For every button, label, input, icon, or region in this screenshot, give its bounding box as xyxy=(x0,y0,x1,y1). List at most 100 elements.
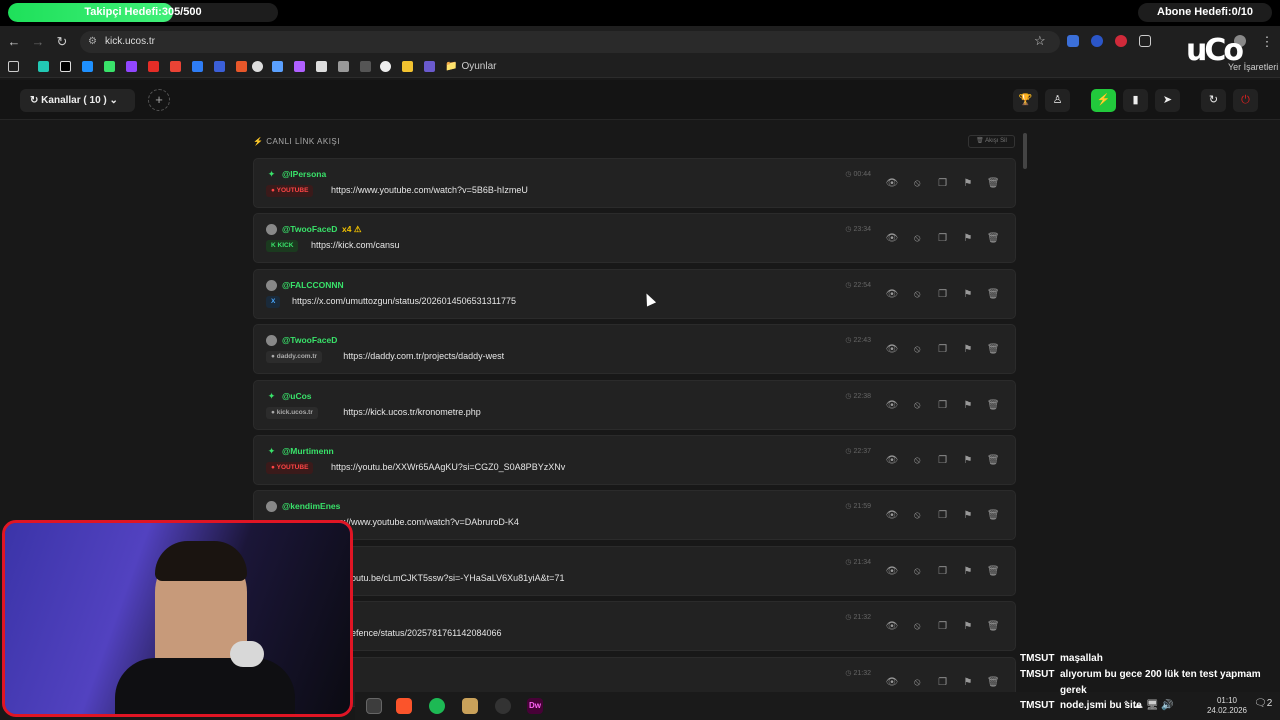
copy-button[interactable]: ❐ xyxy=(935,619,951,635)
taskbar-clock[interactable]: 01:10 24.02.2026 xyxy=(1203,696,1251,716)
site-info-icon[interactable]: ⚙ xyxy=(88,36,97,47)
link-username[interactable]: @uCos xyxy=(282,391,312,401)
channels-dropdown[interactable]: ↻ Kanallar ( 10 ) ⌄ xyxy=(20,89,135,112)
bookmark-icon[interactable] xyxy=(236,61,247,72)
delete-button[interactable]: 🗑 xyxy=(985,508,1001,524)
view-button[interactable]: 👁 xyxy=(884,342,900,358)
link-url[interactable]: ://youtu.be/cLmCJKT5ssw?si=-YHaSaLV6Xu81… xyxy=(339,573,564,583)
copy-button[interactable]: ❐ xyxy=(935,176,951,192)
delete-button[interactable]: 🗑 xyxy=(985,231,1001,247)
bookmark-button[interactable]: ⚑ xyxy=(960,508,976,524)
link-username[interactable]: @kendimEnes xyxy=(282,501,340,511)
refresh-button[interactable]: ↻ xyxy=(1201,89,1226,112)
twitch-bookmark-icon[interactable] xyxy=(126,61,137,72)
block-button[interactable]: ⦸ xyxy=(909,287,925,303)
bookmark-button[interactable]: ⚑ xyxy=(960,564,976,580)
delete-button[interactable]: 🗑 xyxy=(985,453,1001,469)
view-button[interactable]: 👁 xyxy=(884,508,900,524)
block-button[interactable]: ⦸ xyxy=(909,231,925,247)
bookmark-button[interactable]: ⚑ xyxy=(960,231,976,247)
block-button[interactable]: ⦸ xyxy=(909,398,925,414)
bookmark-icon[interactable] xyxy=(272,61,283,72)
copy-button[interactable]: ❐ xyxy=(935,398,951,414)
copy-button[interactable]: ❐ xyxy=(935,231,951,247)
meta-bookmark-icon[interactable] xyxy=(214,61,225,72)
drive-bookmark-icon[interactable] xyxy=(192,61,203,72)
saved-button[interactable]: ▮ xyxy=(1123,89,1148,112)
bookmark-star-icon[interactable]: ☆ xyxy=(1034,33,1046,49)
view-button[interactable]: 👁 xyxy=(884,287,900,303)
bookmark-icon[interactable] xyxy=(316,61,327,72)
red-extension-icon[interactable] xyxy=(1115,35,1127,47)
bookmark-icon[interactable] xyxy=(380,61,391,72)
block-button[interactable]: ⦸ xyxy=(909,176,925,192)
users-button[interactable]: ♙ xyxy=(1045,89,1070,112)
bookmark-folder-oyunlar[interactable]: 📁 Oyunlar xyxy=(445,61,496,72)
delete-button[interactable]: 🗑 xyxy=(985,287,1001,303)
delete-button[interactable]: 🗑 xyxy=(985,176,1001,192)
link-url[interactable]: https://www.youtube.com/watch?v=5B6B-hIz… xyxy=(331,185,528,195)
back-icon[interactable]: ← xyxy=(6,34,22,50)
link-username[interactable]: @IPersona xyxy=(282,169,326,179)
copy-button[interactable]: ❐ xyxy=(935,287,951,303)
cursor-button[interactable]: ➤ xyxy=(1155,89,1180,112)
browser-menu-icon[interactable]: ⋮ xyxy=(1259,34,1275,50)
bookmark-button[interactable]: ⚑ xyxy=(960,287,976,303)
bookmark-button[interactable]: ⚑ xyxy=(960,619,976,635)
youtube-bookmark-icon[interactable] xyxy=(148,61,159,72)
bookmark-icon[interactable] xyxy=(294,61,305,72)
live-feed-button[interactable]: ⚡ xyxy=(1091,89,1116,112)
delete-button[interactable]: 🗑 xyxy=(985,675,1001,691)
trophy-button[interactable]: 🏆 xyxy=(1013,89,1038,112)
view-button[interactable]: 👁 xyxy=(884,564,900,580)
bookmark-button[interactable]: ⚑ xyxy=(960,675,976,691)
link-username[interactable]: @Murtimenn xyxy=(282,446,334,456)
link-url[interactable]: https://kick.com/cansu xyxy=(311,240,400,250)
view-button[interactable]: 👁 xyxy=(884,453,900,469)
delete-button[interactable]: 🗑 xyxy=(985,342,1001,358)
copy-button[interactable]: ❐ xyxy=(935,675,951,691)
view-button[interactable]: 👁 xyxy=(884,675,900,691)
scrollbar-thumb[interactable] xyxy=(1023,133,1027,169)
bookmark-icon[interactable] xyxy=(338,61,349,72)
bookmark-icon[interactable] xyxy=(360,61,371,72)
x-bookmark-icon[interactable] xyxy=(60,61,71,72)
spotify-taskbar-icon[interactable] xyxy=(429,698,445,714)
obs-taskbar-icon[interactable] xyxy=(495,698,511,714)
link-url[interactable]: tcdefence/status/2025781761142084066 xyxy=(339,628,501,638)
link-url[interactable]: https://kick.ucos.tr/kronometre.php xyxy=(343,407,481,417)
copy-button[interactable]: ❐ xyxy=(935,453,951,469)
view-button[interactable]: 👁 xyxy=(884,398,900,414)
reload-icon[interactable]: ↻ xyxy=(54,34,70,50)
link-url[interactable]: https://youtu.be/XXWr65AAgKU?si=CGZ0_S0A… xyxy=(331,462,565,472)
address-bar[interactable] xyxy=(80,31,1060,53)
file-explorer-taskbar-icon[interactable] xyxy=(462,698,478,714)
copy-button[interactable]: ❐ xyxy=(935,564,951,580)
block-button[interactable]: ⦸ xyxy=(909,564,925,580)
bookmarks-label[interactable]: Yer İşaretleri xyxy=(1228,62,1278,72)
bookmark-button[interactable]: ⚑ xyxy=(960,453,976,469)
chrome-taskbar-icon[interactable] xyxy=(366,698,382,714)
bookmark-icon[interactable] xyxy=(252,61,263,72)
view-button[interactable]: 👁 xyxy=(884,619,900,635)
link-username[interactable]: @TwooFaceD xyxy=(282,224,337,234)
bookmark-icon[interactable] xyxy=(424,61,435,72)
bookmark-button[interactable]: ⚑ xyxy=(960,342,976,358)
power-button[interactable]: ⏻ xyxy=(1233,89,1258,112)
audio-extension-icon[interactable] xyxy=(1091,35,1103,47)
notification-icon[interactable]: 🗨2 xyxy=(1254,698,1272,709)
link-url[interactable]: https://daddy.com.tr/projects/daddy-west xyxy=(343,351,504,361)
forward-icon[interactable]: → xyxy=(30,34,46,50)
dreamweaver-taskbar-icon[interactable]: Dw xyxy=(527,698,543,714)
delete-button[interactable]: 🗑 xyxy=(985,564,1001,580)
translate-extension-icon[interactable] xyxy=(1067,35,1079,47)
brave-taskbar-icon[interactable] xyxy=(396,698,412,714)
bookmark-app-icon[interactable] xyxy=(38,61,49,72)
link-url[interactable]: s://www.youtube.com/watch?v=DAbruroD-K4 xyxy=(339,517,519,527)
bookmark-button[interactable]: ⚑ xyxy=(960,398,976,414)
link-username[interactable]: @TwooFaceD xyxy=(282,335,337,345)
bookmark-button[interactable]: ⚑ xyxy=(960,176,976,192)
block-button[interactable]: ⦸ xyxy=(909,453,925,469)
copy-button[interactable]: ❐ xyxy=(935,508,951,524)
address-bar-url[interactable]: kick.ucos.tr xyxy=(105,36,155,47)
